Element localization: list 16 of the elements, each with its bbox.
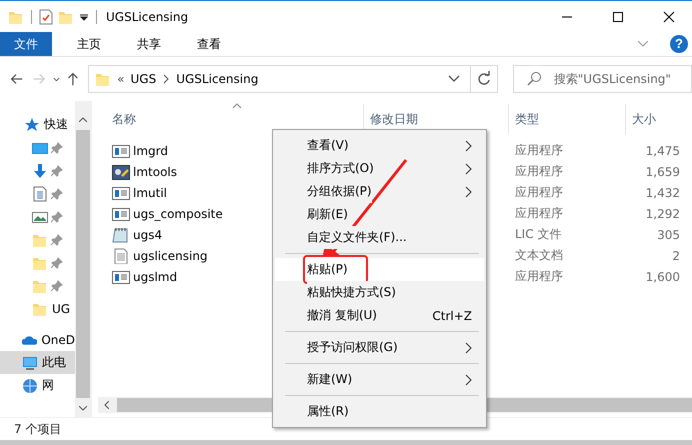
- table-cell-text: 2: [671, 248, 681, 262]
- table-cell-text: 应用程序: [514, 163, 564, 180]
- table-cell-text: LIC 文件: [514, 226, 562, 243]
- item-count: 7 个项目: [14, 420, 62, 438]
- table-cell-text: 应用程序: [514, 268, 564, 285]
- table-cell-text: 应用程序: [514, 205, 564, 222]
- window-title: UGSLicensing: [106, 10, 188, 24]
- table-cell-text: 文本文档: [514, 247, 564, 264]
- table-cell-text: 应用程序: [514, 142, 564, 159]
- table-cell-text: 1,292: [644, 206, 681, 220]
- table-cell-text: 1,432: [644, 186, 681, 200]
- table-cell-text: 1,659: [644, 164, 681, 178]
- table-cell-text: 1,600: [644, 270, 681, 284]
- table-cell-text: 1,475: [644, 144, 681, 158]
- table-cell-text: 305: [656, 228, 681, 242]
- table-cell-text: 应用程序: [514, 184, 564, 201]
